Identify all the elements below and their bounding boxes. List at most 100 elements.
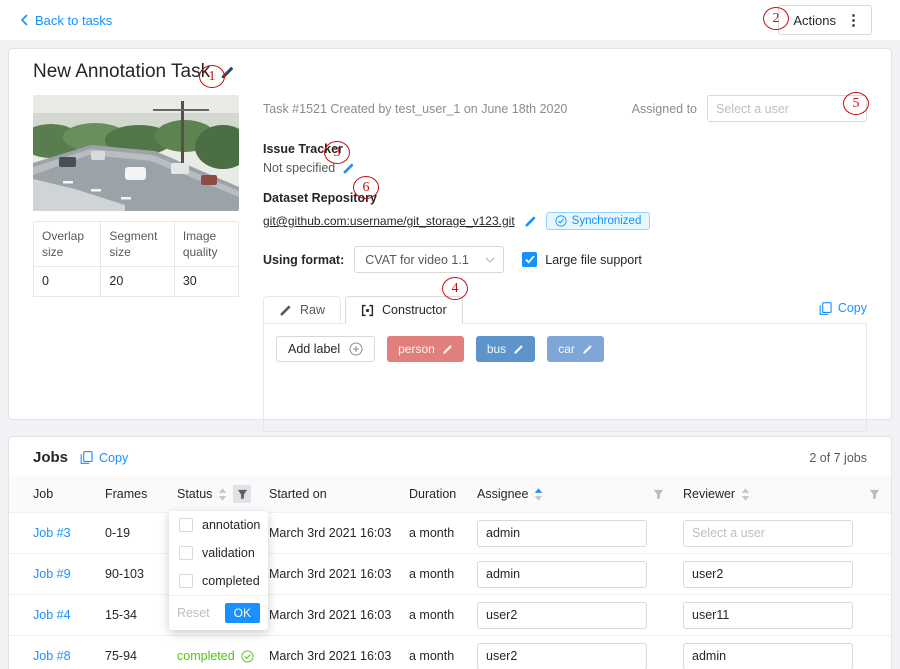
add-label-button[interactable]: Add label xyxy=(276,336,375,362)
callout-3: 3 xyxy=(324,141,350,164)
task-title: New Annotation Task xyxy=(33,61,210,83)
col-started-on: Started on xyxy=(261,476,401,513)
reviewer-filter-icon[interactable] xyxy=(865,485,883,503)
col-frames: Frames xyxy=(97,476,169,513)
param-header-quality: Image quality xyxy=(174,222,238,267)
col-status: Status xyxy=(169,476,261,513)
label-chip-car[interactable]: car xyxy=(547,336,604,362)
frames-cell: 90-103 xyxy=(97,554,169,595)
check-circle-icon xyxy=(555,215,567,227)
format-select-value: CVAT for video 1.1 xyxy=(365,253,469,267)
started-cell: March 3rd 2021 16:03 xyxy=(261,513,401,554)
label-chip-car-name: car xyxy=(558,342,575,356)
tab-raw[interactable]: Raw xyxy=(263,296,341,323)
status-filter-icon[interactable] xyxy=(233,485,251,503)
reviewer-input[interactable] xyxy=(683,520,853,547)
labels-tabs: Raw Constructor Copy xyxy=(263,291,867,324)
copy-jobs-label: Copy xyxy=(99,451,128,465)
assignee-input[interactable] xyxy=(477,643,647,669)
copy-jobs-button[interactable]: Copy xyxy=(80,451,128,465)
task-parameters-table: Overlap size Segment size Image quality … xyxy=(33,221,239,297)
started-cell: March 3rd 2021 16:03 xyxy=(261,636,401,669)
large-file-support-label: Large file support xyxy=(545,253,642,267)
issue-tracker-value: Not specified xyxy=(263,161,335,175)
edit-issue-tracker-icon[interactable] xyxy=(342,162,355,175)
job-link[interactable]: Job #9 xyxy=(33,567,71,581)
label-chip-person[interactable]: person xyxy=(387,336,464,362)
col-duration: Duration xyxy=(401,476,469,513)
duration-cell: a month xyxy=(401,513,469,554)
actions-label: Actions xyxy=(793,13,836,28)
repository-url: git@github.com:username/git_storage_v123… xyxy=(263,214,515,228)
format-select[interactable]: CVAT for video 1.1 xyxy=(354,246,504,273)
reviewer-input[interactable] xyxy=(683,602,853,629)
filter-option-validation[interactable]: validation xyxy=(169,539,268,567)
col-job: Job xyxy=(9,476,97,513)
assignee-input[interactable] xyxy=(477,602,647,629)
copy-icon xyxy=(819,302,832,315)
jobs-count: 2 of 7 jobs xyxy=(809,451,867,465)
reviewer-input[interactable] xyxy=(683,643,853,669)
callout-4: 4 xyxy=(442,277,468,300)
callout-5: 5 xyxy=(843,92,869,115)
started-cell: March 3rd 2021 16:03 xyxy=(261,595,401,636)
add-label-text: Add label xyxy=(288,342,340,356)
assignee-input[interactable] xyxy=(477,561,647,588)
frames-cell: 75-94 xyxy=(97,636,169,669)
more-icon: ⋮ xyxy=(846,11,861,29)
duration-cell: a month xyxy=(401,595,469,636)
sync-status-badge: Synchronized xyxy=(546,212,651,230)
duration-cell: a month xyxy=(401,636,469,669)
label-chip-person-name: person xyxy=(398,342,435,356)
status-cell-completed: completed xyxy=(177,649,254,663)
job-link[interactable]: Job #4 xyxy=(33,608,71,622)
copy-labels-label: Copy xyxy=(838,301,867,315)
filter-ok-button[interactable]: OK xyxy=(225,603,260,623)
param-value-quality: 30 xyxy=(174,267,238,297)
tab-constructor[interactable]: Constructor xyxy=(345,296,463,324)
job-row-8: Job #8 75-94 completed March 3rd 2021 16… xyxy=(9,636,891,669)
assigned-to-label: Assigned to xyxy=(632,102,697,116)
param-value-overlap: 0 xyxy=(34,267,101,297)
back-to-tasks-link[interactable]: Back to tasks xyxy=(20,13,112,28)
col-assignee: Assignee xyxy=(469,476,675,513)
edit-label-icon[interactable] xyxy=(442,344,453,355)
edit-label-icon[interactable] xyxy=(582,344,593,355)
job-link[interactable]: Job #3 xyxy=(33,526,71,540)
edit-repository-icon[interactable] xyxy=(524,215,537,228)
job-link[interactable]: Job #8 xyxy=(33,649,71,663)
reviewer-sort-icon[interactable] xyxy=(741,488,750,501)
plus-circle-icon xyxy=(349,342,363,356)
job-row-3: Job #3 0-19 March 3rd 2021 16:03 a month xyxy=(9,513,891,554)
copy-icon xyxy=(80,451,93,464)
label-chip-bus-name: bus xyxy=(487,342,506,356)
tab-raw-label: Raw xyxy=(300,303,325,317)
status-sort-icon[interactable] xyxy=(218,488,227,501)
back-to-tasks-label: Back to tasks xyxy=(35,13,112,28)
job-row-4: Job #4 15-34 March 3rd 2021 16:03 a mont… xyxy=(9,595,891,636)
issue-tracker-label: Issue Tracker xyxy=(263,142,867,156)
large-file-support-checkbox[interactable]: Large file support xyxy=(522,252,642,267)
edit-label-icon[interactable] xyxy=(513,344,524,355)
actions-button[interactable]: Actions ⋮ xyxy=(778,5,872,35)
param-header-segment: Segment size xyxy=(101,222,174,267)
copy-labels-button[interactable]: Copy xyxy=(819,301,867,315)
label-chip-bus[interactable]: bus xyxy=(476,336,535,362)
tab-constructor-label: Constructor xyxy=(382,303,447,317)
filter-option-annotation[interactable]: annotation xyxy=(169,511,268,539)
chevron-down-icon xyxy=(485,257,495,263)
reviewer-input[interactable] xyxy=(683,561,853,588)
checkbox-empty-icon xyxy=(179,518,193,532)
filter-option-completed[interactable]: completed xyxy=(169,567,268,595)
pencil-icon xyxy=(279,304,292,317)
assignee-filter-icon[interactable] xyxy=(649,485,667,503)
assignee-input[interactable] xyxy=(477,520,647,547)
checkbox-checked-icon xyxy=(522,252,537,267)
callout-2: 2 xyxy=(763,7,789,30)
task-details-card: New Annotation Task xyxy=(8,48,892,420)
callout-1: 1 xyxy=(199,65,225,88)
task-meta-text: Task #1521 Created by test_user_1 on Jun… xyxy=(263,102,567,116)
filter-reset-button[interactable]: Reset xyxy=(177,606,210,620)
param-value-segment: 20 xyxy=(101,267,174,297)
assignee-sort-icon[interactable] xyxy=(534,488,543,501)
